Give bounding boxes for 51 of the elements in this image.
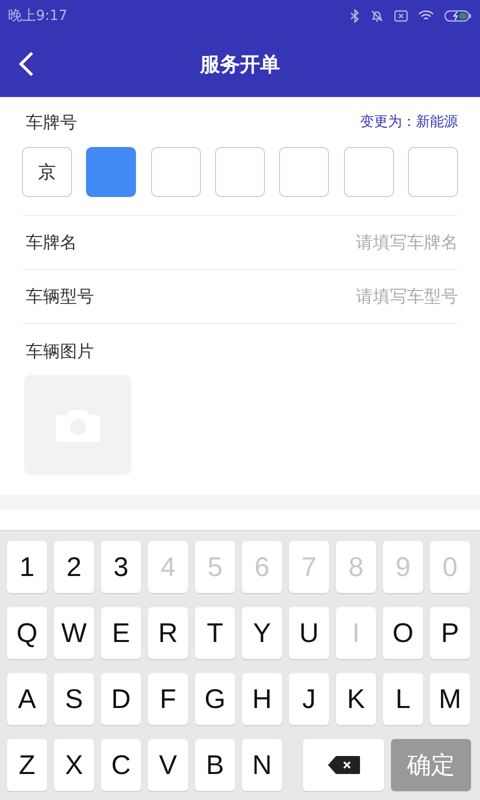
plate-char-box[interactable] bbox=[214, 147, 265, 197]
keyboard-key[interactable]: T bbox=[195, 607, 235, 659]
plate-char-box[interactable] bbox=[150, 147, 201, 197]
plate-char-box[interactable] bbox=[344, 147, 394, 197]
keyboard-key[interactable]: 3 bbox=[101, 541, 141, 593]
status-time: 晚上9:17 bbox=[8, 7, 68, 25]
keyboard-key[interactable]: A bbox=[7, 673, 47, 725]
plate-char-box[interactable] bbox=[279, 147, 330, 197]
keyboard-key[interactable]: O bbox=[383, 607, 423, 659]
keyboard-key[interactable]: Z bbox=[7, 739, 47, 791]
keyboard-key[interactable]: Y bbox=[242, 607, 282, 659]
keyboard-key[interactable]: X bbox=[54, 739, 94, 791]
plate-char-box[interactable] bbox=[408, 147, 458, 197]
field-label: 车辆图片 bbox=[25, 341, 95, 363]
plate-char-box[interactable] bbox=[86, 147, 136, 197]
keyboard-key[interactable]: J bbox=[289, 673, 329, 725]
keyboard-key[interactable]: R bbox=[148, 607, 188, 659]
keyboard-key[interactable]: M bbox=[430, 673, 470, 725]
bluetooth-icon bbox=[350, 9, 360, 23]
battery-icon bbox=[444, 10, 472, 22]
keyboard-key[interactable]: L bbox=[383, 673, 423, 725]
keyboard-key[interactable]: H bbox=[242, 673, 282, 725]
sim-icon bbox=[394, 10, 408, 22]
keyboard-key[interactable]: E bbox=[101, 607, 141, 659]
wifi-icon bbox=[418, 10, 434, 22]
keyboard-key[interactable]: D bbox=[101, 673, 141, 725]
keyboard-key[interactable]: U bbox=[289, 607, 329, 659]
keyboard-key[interactable]: V bbox=[148, 739, 188, 791]
keyboard-key[interactable]: W bbox=[54, 607, 94, 659]
keyboard-key[interactable]: K bbox=[336, 673, 376, 725]
keyboard-key[interactable]: N bbox=[242, 739, 282, 791]
keyboard-key[interactable]: B bbox=[195, 739, 235, 791]
keyboard-key[interactable]: 2 bbox=[54, 541, 94, 593]
switch-link[interactable]: 变更为：新能源 bbox=[360, 113, 458, 131]
keyboard-key[interactable]: 1 bbox=[7, 541, 47, 593]
field-label: 车牌名 bbox=[26, 232, 77, 254]
keyboard-key[interactable]: S bbox=[54, 673, 94, 725]
keyboard-key[interactable]: C bbox=[101, 739, 141, 791]
back-icon bbox=[18, 51, 34, 77]
keyboard-key[interactable]: P bbox=[430, 607, 470, 659]
keyboard-key[interactable]: Q bbox=[7, 607, 47, 659]
field-label: 车牌号 bbox=[26, 112, 77, 134]
keyboard-key[interactable]: G bbox=[195, 673, 235, 725]
back-button[interactable] bbox=[18, 51, 34, 77]
page-title: 服务开单 bbox=[200, 51, 280, 78]
bell-off-icon bbox=[370, 9, 384, 23]
keyboard-key[interactable]: F bbox=[148, 673, 188, 725]
backspace-icon bbox=[326, 755, 360, 775]
plate-char-box[interactable]: 京 bbox=[22, 147, 72, 197]
field-label: 车辆型号 bbox=[26, 286, 94, 308]
backspace-key[interactable] bbox=[303, 739, 384, 791]
